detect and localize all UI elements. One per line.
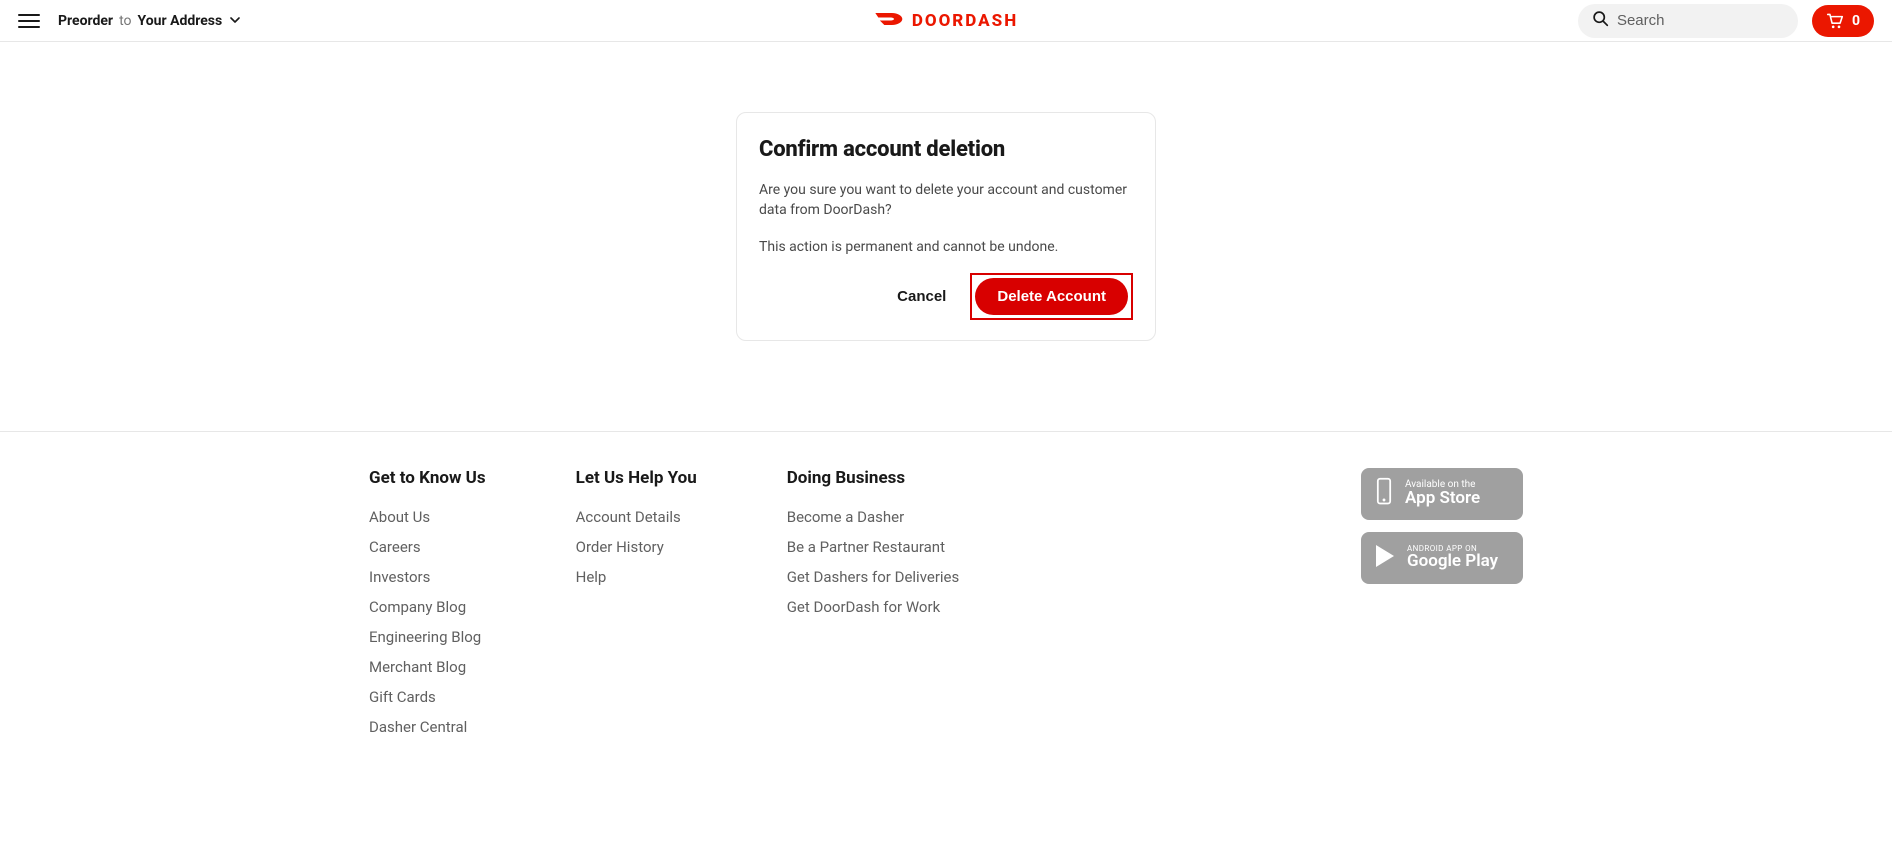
footer-link[interactable]: About Us bbox=[369, 508, 486, 526]
footer-link[interactable]: Become a Dasher bbox=[787, 508, 960, 526]
footer-link[interactable]: Order History bbox=[576, 538, 697, 556]
confirm-deletion-card: Confirm account deletion Are you sure yo… bbox=[736, 112, 1156, 341]
modal-body-2: This action is permanent and cannot be u… bbox=[759, 237, 1133, 257]
footer-col-know-us: Get to Know Us About Us Careers Investor… bbox=[369, 468, 486, 748]
preorder-label: Preorder bbox=[58, 13, 113, 29]
cart-button[interactable]: 0 bbox=[1812, 5, 1874, 37]
footer-link[interactable]: Dasher Central bbox=[369, 718, 486, 736]
footer-inner: Get to Know Us About Us Careers Investor… bbox=[361, 468, 1531, 748]
appstore-big: App Store bbox=[1405, 490, 1480, 508]
footer-link[interactable]: Help bbox=[576, 568, 697, 586]
footer-heading: Let Us Help You bbox=[576, 468, 697, 488]
header-right: 0 bbox=[1578, 4, 1874, 38]
footer-link[interactable]: Gift Cards bbox=[369, 688, 486, 706]
hamburger-menu-icon[interactable] bbox=[18, 10, 40, 32]
google-play-icon bbox=[1373, 543, 1397, 573]
app-store-badge[interactable]: Available on the App Store bbox=[1361, 468, 1523, 520]
brand-name: DOORDASH bbox=[912, 11, 1018, 31]
doordash-logo-mark-icon bbox=[874, 10, 904, 32]
search-box[interactable] bbox=[1578, 4, 1798, 38]
footer-col-business: Doing Business Become a Dasher Be a Part… bbox=[787, 468, 960, 748]
footer-link[interactable]: Merchant Blog bbox=[369, 658, 486, 676]
modal-actions: Cancel Delete Account bbox=[759, 273, 1133, 320]
search-icon bbox=[1592, 10, 1609, 31]
footer-link[interactable]: Company Blog bbox=[369, 598, 486, 616]
cancel-button[interactable]: Cancel bbox=[873, 278, 970, 315]
footer-link[interactable]: Investors bbox=[369, 568, 486, 586]
footer-link[interactable]: Get Dashers for Deliveries bbox=[787, 568, 960, 586]
address-label: Your Address bbox=[138, 13, 223, 29]
delete-account-button[interactable]: Delete Account bbox=[975, 278, 1128, 315]
delete-button-highlight: Delete Account bbox=[970, 273, 1133, 320]
cart-count: 0 bbox=[1852, 13, 1860, 29]
footer-link[interactable]: Account Details bbox=[576, 508, 697, 526]
cart-icon bbox=[1826, 13, 1844, 29]
to-label: to bbox=[119, 13, 131, 29]
google-play-badge[interactable]: ANDROID APP ON Google Play bbox=[1361, 532, 1523, 584]
footer-link[interactable]: Be a Partner Restaurant bbox=[787, 538, 960, 556]
playstore-big: Google Play bbox=[1407, 553, 1498, 571]
footer-heading: Doing Business bbox=[787, 468, 960, 488]
page-footer: Get to Know Us About Us Careers Investor… bbox=[0, 432, 1892, 748]
footer-store-badges: Available on the App Store ANDROID APP O… bbox=[1361, 468, 1523, 748]
apple-icon bbox=[1373, 477, 1395, 511]
footer-link[interactable]: Careers bbox=[369, 538, 486, 556]
delivery-address-selector[interactable]: Preorder to Your Address bbox=[58, 13, 240, 29]
footer-heading: Get to Know Us bbox=[369, 468, 486, 488]
modal-title: Confirm account deletion bbox=[759, 137, 1133, 162]
footer-col-help: Let Us Help You Account Details Order Hi… bbox=[576, 468, 697, 748]
footer-link[interactable]: Engineering Blog bbox=[369, 628, 486, 646]
main-content: Confirm account deletion Are you sure yo… bbox=[0, 42, 1892, 432]
header-left: Preorder to Your Address bbox=[18, 10, 240, 32]
chevron-down-icon bbox=[230, 13, 240, 29]
brand-logo[interactable]: DOORDASH bbox=[874, 10, 1018, 32]
footer-link[interactable]: Get DoorDash for Work bbox=[787, 598, 960, 616]
modal-body-1: Are you sure you want to delete your acc… bbox=[759, 180, 1133, 221]
search-input[interactable] bbox=[1617, 12, 1784, 29]
app-header: Preorder to Your Address DOORDASH 0 bbox=[0, 0, 1892, 42]
